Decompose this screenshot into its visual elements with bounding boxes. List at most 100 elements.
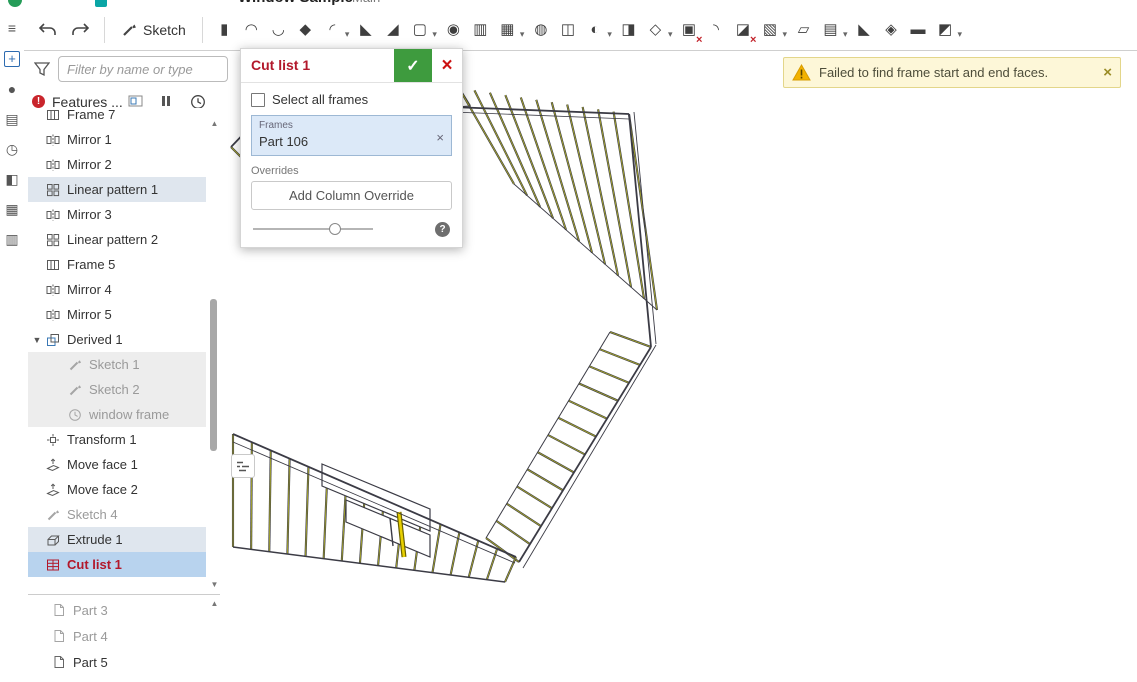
select-all-frames-checkbox[interactable] — [251, 92, 265, 107]
feature-item-extrude-1[interactable]: Extrude 1 — [28, 527, 206, 552]
feature-item-window-frame[interactable]: window frame — [28, 402, 206, 427]
feature-item-linear-pattern-1[interactable]: Linear pattern 1 — [28, 177, 206, 202]
undo-icon — [38, 23, 56, 35]
part-item-part-5[interactable]: Part 5 — [28, 649, 206, 675]
features-panel: ! Features ... ▲ Frame 7Mirror 1Mirror 2… — [28, 51, 228, 682]
feature-item-label: Frame 7 — [67, 108, 116, 122]
draft-icon[interactable]: ◢ — [379, 15, 406, 45]
onshape-part-studio: Window Sample Main Sketch ▮◠◡◆◜▾◣◢▢▾◉▥▦▾… — [0, 0, 1137, 682]
tag-profiles-icon[interactable]: ◈ — [878, 15, 905, 45]
loft-icon[interactable]: ◆ — [292, 15, 319, 45]
linear-pattern-icon[interactable]: ▦ — [494, 15, 521, 45]
feature-item-mirror-5[interactable]: Mirror 5 — [28, 302, 206, 327]
rib-icon[interactable]: ▥ — [467, 15, 494, 45]
boolean-icon[interactable]: ◐ — [581, 15, 608, 45]
parts-panel-icon[interactable]: ▤ — [5, 112, 18, 127]
configurations-panel-icon[interactable]: ◧ — [5, 172, 18, 187]
hole-icon[interactable]: ◉ — [440, 15, 467, 45]
split-icon[interactable]: ◨ — [615, 15, 642, 45]
select-all-frames-label: Select all frames — [272, 92, 369, 107]
feature-item-sketch-1[interactable]: Sketch 1 — [28, 352, 206, 377]
isolate-icon[interactable] — [128, 94, 143, 108]
select-all-frames-row: Select all frames — [251, 92, 452, 107]
feature-item-mirror-4[interactable]: Mirror 4 — [28, 277, 206, 302]
mirror-icon[interactable]: ◫ — [554, 15, 581, 45]
redo-button[interactable] — [64, 20, 96, 39]
comments-panel-icon[interactable]: ● — [8, 82, 16, 97]
dialog-confirm-button[interactable]: ✓ — [394, 49, 432, 82]
versions-panel-icon[interactable]: ◷ — [6, 142, 18, 157]
undo-button[interactable] — [32, 20, 64, 39]
cut-list-panel-icon[interactable]: ▥ — [5, 232, 18, 247]
frames-field-label: Frames — [259, 120, 293, 131]
part-icon — [52, 655, 67, 669]
redo-icon — [72, 23, 90, 35]
shell-icon[interactable]: ▢ — [406, 15, 433, 45]
sketch-button[interactable]: Sketch — [113, 18, 194, 42]
insert-panel-icon[interactable]: + — [4, 51, 20, 67]
feature-item-transform-1[interactable]: Transform 1 — [28, 427, 206, 452]
feature-item-frame-7[interactable]: Frame 7 — [28, 108, 206, 127]
frames-remove-icon[interactable]: × — [436, 130, 444, 145]
frame-icon[interactable]: ▤ — [817, 15, 844, 45]
toolbar-icons: ▮ ◠ ◡ ◆ ◜ ▾ ◣ ◢ ▢ ▾ ◉ ▥ ▦ ▾ ◍ ◫ ◐ ▾ ◨ ◇ ▾ ▣ × ◝ ◪ × ▧ ▾ ▱ ▤ ▾ ◣ ◈ ▬ ◩ ▾ — [211, 15, 965, 46]
features-scroll-down-icon[interactable]: ▼ — [209, 580, 220, 589]
feature-item-label: Extrude 1 — [67, 532, 123, 547]
feature-item-linear-pattern-2[interactable]: Linear pattern 2 — [28, 227, 206, 252]
filter-input[interactable] — [58, 56, 228, 82]
pause-icon[interactable] — [160, 94, 172, 108]
expand-chevron-icon[interactable]: ▼ — [28, 335, 46, 345]
feature-item-mirror-2[interactable]: Mirror 2 — [28, 152, 206, 177]
toolbar-separator — [201, 16, 203, 43]
revolve-icon[interactable]: ◠ — [238, 15, 265, 45]
fillet-icon[interactable]: ◜ — [319, 15, 346, 45]
parts-scroll-up-icon[interactable]: ▲ — [209, 599, 220, 608]
circular-pattern-icon[interactable]: ◍ — [527, 15, 554, 45]
sweep-icon[interactable]: ◡ — [265, 15, 292, 45]
features-scroll-up-icon[interactable]: ▲ — [209, 119, 220, 128]
delete-face-icon[interactable]: ◪ × — [729, 15, 757, 46]
feature-item-label: Sketch 1 — [89, 357, 140, 372]
frame-icon — [46, 258, 62, 272]
toast-close-icon[interactable]: × — [1103, 65, 1112, 80]
feature-item-cut-list-1[interactable]: Cut list 1 — [28, 552, 206, 577]
extrude-icon[interactable]: ▮ — [211, 15, 238, 45]
offset-surface-icon[interactable]: ▱ — [790, 15, 817, 45]
help-icon[interactable]: ? — [435, 221, 450, 237]
feature-item-label: Mirror 1 — [67, 132, 112, 147]
transform-icon[interactable]: ◇ — [642, 15, 669, 45]
end-cap-icon[interactable]: ▬ — [905, 15, 932, 45]
trim-icon[interactable]: ◩ — [932, 15, 959, 45]
warning-icon — [792, 64, 811, 81]
feature-item-sketch-4[interactable]: Sketch 4 — [28, 502, 206, 527]
feature-item-label: Cut list 1 — [67, 557, 122, 572]
chamfer-icon[interactable]: ◣ — [352, 15, 379, 45]
gusset-icon[interactable]: ◣ — [851, 15, 878, 45]
part-item-part-4[interactable]: Part 4 — [28, 623, 206, 649]
part-icon — [52, 603, 67, 617]
feature-item-mirror-1[interactable]: Mirror 1 — [28, 127, 206, 152]
part-item-part-3[interactable]: Part 3 — [28, 597, 206, 623]
feature-item-derived-1[interactable]: ▼ Derived 1 — [28, 327, 206, 352]
features-scrollbar-thumb[interactable] — [210, 299, 217, 451]
mirror-icon — [46, 158, 62, 172]
feature-item-frame-5[interactable]: Frame 5 — [28, 252, 206, 277]
feature-item-mirror-3[interactable]: Mirror 3 — [28, 202, 206, 227]
feature-item-move-face-1[interactable]: Move face 1 — [28, 452, 206, 477]
linear-pattern-icon — [46, 233, 62, 247]
feature-item-label: Sketch 4 — [67, 507, 118, 522]
dialog-cancel-button[interactable]: × — [432, 49, 462, 82]
frames-selection-field[interactable]: Frames Part 106 × — [251, 115, 452, 156]
add-column-override-button[interactable]: Add Column Override — [251, 181, 452, 210]
delete-part-icon[interactable]: ▣ × — [675, 15, 703, 46]
feature-item-sketch-2[interactable]: Sketch 2 — [28, 377, 206, 402]
tables-panel-icon[interactable]: ▦ — [5, 202, 18, 217]
opacity-slider-knob[interactable] — [329, 223, 341, 235]
features-panel-icon[interactable]: ≡ — [8, 21, 16, 36]
move-face-icon[interactable]: ▧ — [756, 15, 783, 45]
feature-item-move-face-2[interactable]: Move face 2 — [28, 477, 206, 502]
opacity-slider-track[interactable] — [253, 223, 373, 235]
viewport-features-toggle-button[interactable] — [231, 454, 255, 478]
parts-list: Part 3 Part 4 Part 5 — [28, 597, 206, 675]
modify-fillet-icon[interactable]: ◝ — [702, 15, 729, 45]
